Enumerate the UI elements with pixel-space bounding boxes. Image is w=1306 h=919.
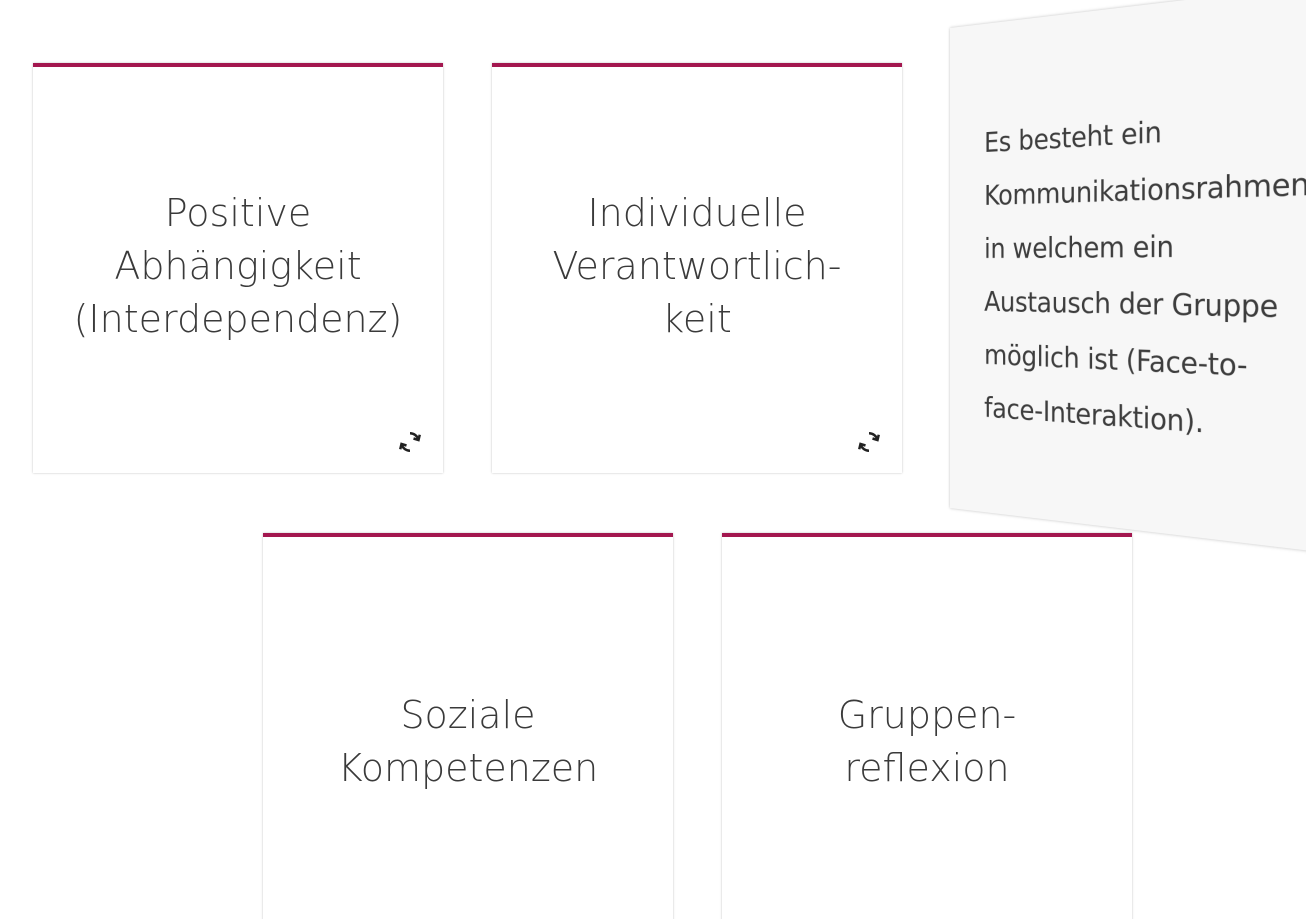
flip-card-grid: Positive Abhängigkeit (Interdependenz) I… xyxy=(0,0,1306,919)
flip-card-kommunikationsrahmen[interactable]: Es besteht ein Kommunikationsrahmen, in … xyxy=(950,0,1306,558)
flipped-card-container: Es besteht ein Kommunikationsrahmen, in … xyxy=(950,0,1306,558)
card-title: Positive Abhängigkeit (Interdependenz) xyxy=(73,191,403,341)
card-title: Individuelle Verantwortlich- keit xyxy=(552,191,842,341)
flip-card-gruppenreflexion[interactable]: Gruppen- reflexion xyxy=(722,533,1132,919)
flip-card-soziale-kompetenzen[interactable]: Soziale Kompetenzen xyxy=(263,533,673,919)
flip-card-individuelle-verantwortlichkeit[interactable]: Individuelle Verantwortlich- keit xyxy=(492,63,902,473)
refresh-icon[interactable] xyxy=(395,427,425,457)
card-back-text: Es besteht ein Kommunikationsrahmen, in … xyxy=(984,115,1306,441)
card-title: Soziale Kompetenzen xyxy=(337,693,599,790)
card-title: Gruppen- reflexion xyxy=(837,693,1017,790)
flip-card-positive-abhaengigkeit[interactable]: Positive Abhängigkeit (Interdependenz) xyxy=(33,63,443,473)
refresh-icon[interactable] xyxy=(854,427,884,457)
